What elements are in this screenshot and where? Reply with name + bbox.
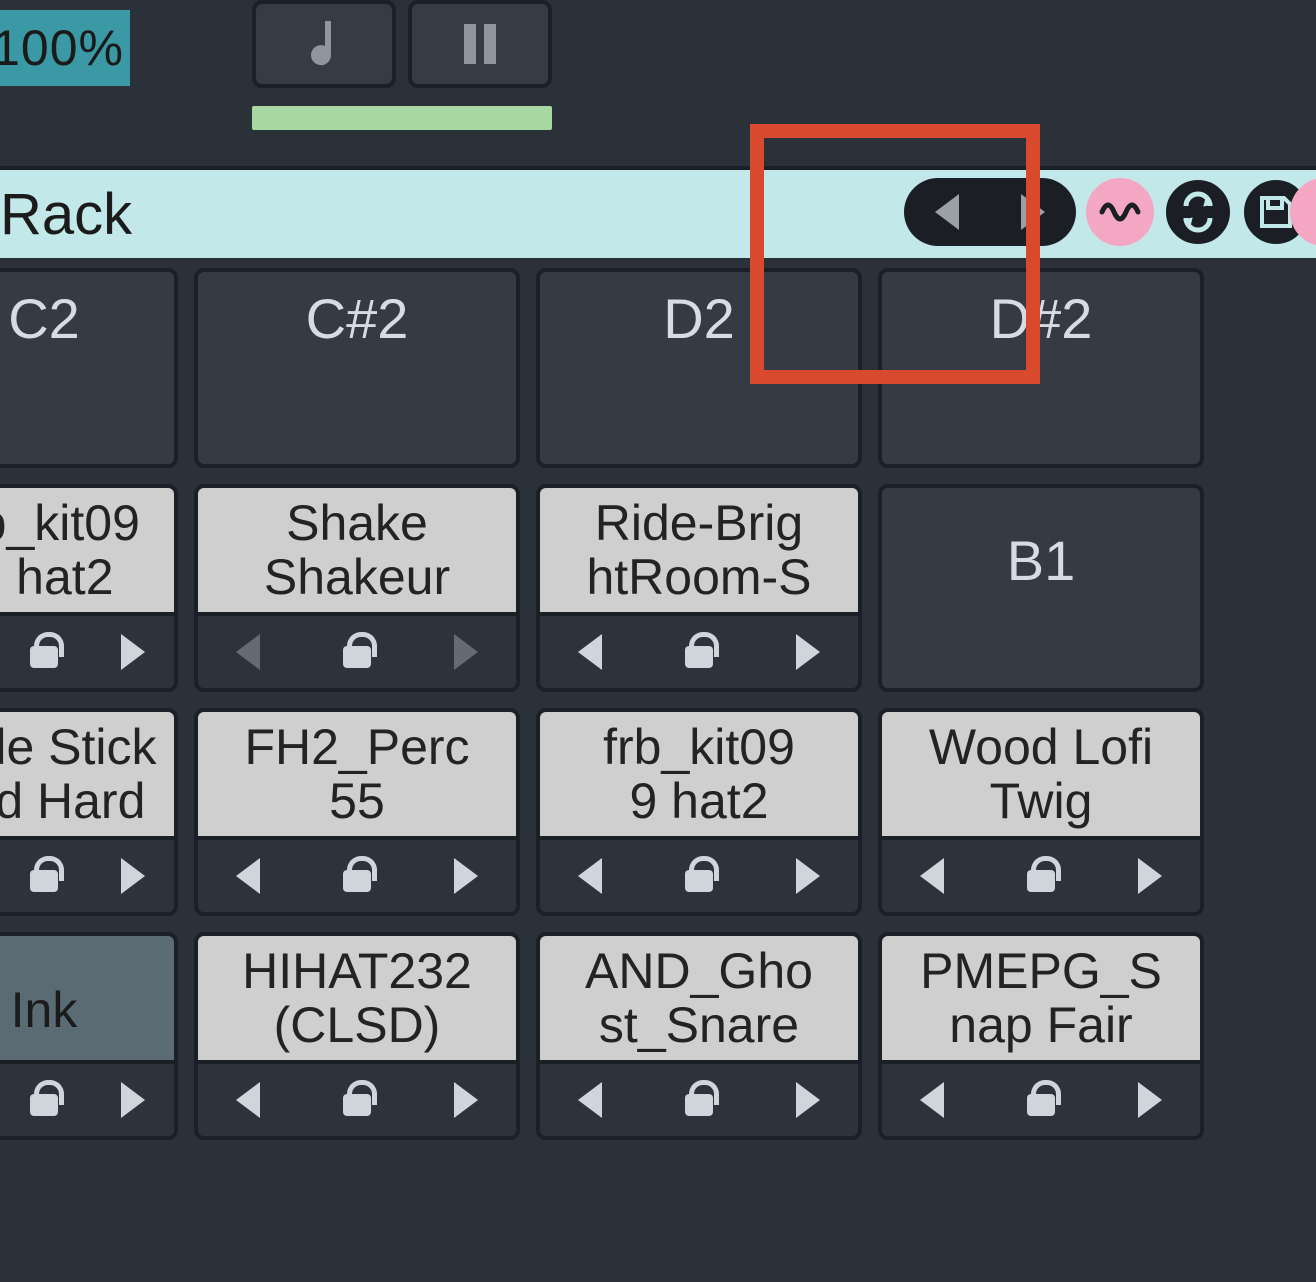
lock-icon[interactable]: [24, 632, 64, 672]
pad-label: B1: [882, 488, 1200, 684]
pad-prev-button[interactable]: [578, 634, 602, 670]
lock-icon[interactable]: [679, 632, 719, 672]
pad-next-button[interactable]: [454, 858, 478, 894]
pad-label: Ink: [0, 936, 174, 1060]
pad-next-button[interactable]: [454, 634, 478, 670]
pad-cell-selected[interactable]: Ink: [0, 932, 178, 1140]
pad-label: frb_kit09 9 hat2: [0, 488, 174, 612]
pad-label: FH2_Perc 55: [198, 712, 516, 836]
pad-cell-empty[interactable]: B1: [878, 484, 1204, 692]
pad-next-button[interactable]: [796, 1082, 820, 1118]
pad-prev-button[interactable]: [578, 1082, 602, 1118]
pad-cell[interactable]: FH2_Perc 55: [194, 708, 520, 916]
lock-icon[interactable]: [1021, 856, 1061, 896]
note-label: D2: [558, 286, 840, 351]
note-cell-csharp2[interactable]: C#2: [194, 268, 520, 468]
pad-controls: [198, 836, 516, 912]
pad-prev-button[interactable]: [920, 858, 944, 894]
wave-button[interactable]: [1086, 178, 1154, 246]
metronome-button[interactable]: [252, 0, 396, 88]
pad-next-button[interactable]: [454, 1082, 478, 1118]
pad-label: Wood Lofi Twig: [882, 712, 1200, 836]
pad-label: Ride Stick Mid Hard: [0, 712, 174, 836]
transport-group: [252, 0, 552, 118]
pad-cell[interactable]: AND_Gho st_Snare: [536, 932, 862, 1140]
pad-label: frb_kit09 9 hat2: [540, 712, 858, 836]
note-label: C2: [0, 286, 156, 351]
lock-icon[interactable]: [679, 1080, 719, 1120]
wave-icon: [1098, 190, 1142, 234]
note-cell-c2[interactable]: C2: [0, 268, 178, 468]
pad-cell[interactable]: Ride-Brig htRoom-S: [536, 484, 862, 692]
pad-next-button[interactable]: [796, 858, 820, 894]
dot-icon: [1304, 192, 1316, 232]
swap-icon: [1176, 190, 1220, 234]
prev-button[interactable]: [935, 194, 959, 230]
pad-row-1: Ride Stick Mid Hard FH2_Perc 55 frb_kit0…: [0, 708, 1316, 932]
pad-controls: [540, 1060, 858, 1136]
pad-cell[interactable]: PMEPG_S nap Fair: [878, 932, 1204, 1140]
header-controls: [904, 178, 1310, 246]
pad-prev-button[interactable]: [578, 858, 602, 894]
pad-controls: [198, 1060, 516, 1136]
pad-next-button[interactable]: [121, 634, 145, 670]
note-label: C#2: [216, 286, 498, 351]
zoom-value: 100%: [0, 19, 124, 77]
lock-icon[interactable]: [337, 856, 377, 896]
note-cell-d2[interactable]: D2: [536, 268, 862, 468]
pad-grid: C2 C#2 D2 D#2 frb_kit09 9 hat2 Shake Sha…: [0, 258, 1316, 1282]
pad-next-button[interactable]: [121, 858, 145, 894]
zoom-level[interactable]: 100%: [0, 10, 130, 86]
pad-row-0: frb_kit09 9 hat2 Shake Shakeur Ride-Brig…: [0, 484, 1316, 708]
swap-button[interactable]: [1164, 178, 1232, 246]
lock-icon[interactable]: [337, 632, 377, 672]
pad-controls: [540, 612, 858, 688]
pad-cell[interactable]: Ride Stick Mid Hard: [0, 708, 178, 916]
lock-icon[interactable]: [24, 1080, 64, 1120]
pad-controls: [0, 612, 174, 688]
pad-label: Ride-Brig htRoom-S: [540, 488, 858, 612]
pad-label: HIHAT232 (CLSD): [198, 936, 516, 1060]
pad-next-button[interactable]: [1138, 858, 1162, 894]
transport-underline: [252, 106, 552, 130]
pad-next-button[interactable]: [1138, 1082, 1162, 1118]
pad-cell[interactable]: frb_kit09 9 hat2: [0, 484, 178, 692]
top-bar: 100%: [0, 0, 1316, 170]
lock-icon[interactable]: [337, 1080, 377, 1120]
pad-row-2: Ink HIHAT232 (CLSD) AND_Gho st_Snare: [0, 932, 1316, 1156]
pad-cell[interactable]: Wood Lofi Twig: [878, 708, 1204, 916]
pad-controls: [198, 612, 516, 688]
pad-controls: [540, 836, 858, 912]
rack-title: Rack: [0, 181, 132, 248]
pad-prev-button[interactable]: [236, 858, 260, 894]
pad-label: AND_Gho st_Snare: [540, 936, 858, 1060]
note-label: D#2: [900, 286, 1182, 351]
pad-cell[interactable]: Shake Shakeur: [194, 484, 520, 692]
pad-prev-button[interactable]: [236, 1082, 260, 1118]
pause-button[interactable]: [408, 0, 552, 88]
prev-next-pill: [904, 178, 1076, 246]
pause-icon: [460, 20, 500, 68]
lock-icon[interactable]: [1021, 1080, 1061, 1120]
note-row: C2 C#2 D2 D#2: [0, 268, 1316, 484]
note-icon: [301, 15, 347, 73]
pad-prev-button[interactable]: [920, 1082, 944, 1118]
pad-controls: [0, 1060, 174, 1136]
pad-prev-button[interactable]: [236, 634, 260, 670]
pad-controls: [0, 836, 174, 912]
lock-icon[interactable]: [24, 856, 64, 896]
pad-cell[interactable]: frb_kit09 9 hat2: [536, 708, 862, 916]
lock-icon[interactable]: [679, 856, 719, 896]
pad-label: PMEPG_S nap Fair: [882, 936, 1200, 1060]
pad-controls: [882, 836, 1200, 912]
next-button[interactable]: [1021, 194, 1045, 230]
pad-cell[interactable]: HIHAT232 (CLSD): [194, 932, 520, 1140]
pad-controls: [882, 1060, 1200, 1136]
pad-next-button[interactable]: [796, 634, 820, 670]
pad-next-button[interactable]: [121, 1082, 145, 1118]
rack-header: Rack: [0, 170, 1316, 258]
note-cell-dsharp2[interactable]: D#2: [878, 268, 1204, 468]
pad-label: Shake Shakeur: [198, 488, 516, 612]
